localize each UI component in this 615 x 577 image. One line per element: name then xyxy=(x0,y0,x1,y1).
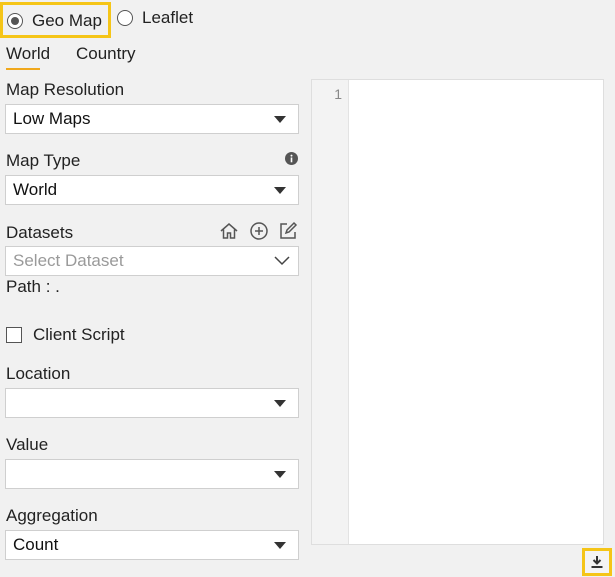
client-script-label: Client Script xyxy=(33,325,125,344)
script-editor[interactable]: 1 xyxy=(311,79,604,545)
aggregation-select[interactable]: Count xyxy=(5,530,299,560)
tab-world-label: World xyxy=(6,44,51,63)
location-label: Location xyxy=(6,364,71,383)
aggregation-label: Aggregation xyxy=(6,506,98,525)
geo-map-radio-highlight: Geo Map xyxy=(0,2,111,38)
download-icon xyxy=(591,556,603,568)
editor-gutter: 1 xyxy=(312,80,349,544)
caret-down-icon xyxy=(274,399,286,407)
value-select[interactable] xyxy=(5,459,299,489)
dataset-path: Path : . xyxy=(6,277,60,296)
aggregation-value: Count xyxy=(13,535,59,554)
line-number: 1 xyxy=(334,86,342,102)
leaflet-label: Leaflet xyxy=(142,8,194,27)
add-circle-icon[interactable] xyxy=(248,220,270,242)
tab-world[interactable]: World xyxy=(6,44,50,70)
value-label: Value xyxy=(6,435,49,454)
caret-down-icon xyxy=(274,186,286,194)
radio-unselected-icon xyxy=(117,10,133,26)
caret-down-icon xyxy=(274,115,286,123)
map-resolution-label: Map Resolution xyxy=(6,80,125,99)
dataset-select[interactable]: Select Dataset xyxy=(5,246,299,276)
map-type-value: World xyxy=(13,180,58,199)
checkbox-icon xyxy=(6,327,22,343)
edit-icon[interactable] xyxy=(277,220,299,242)
tab-active-indicator xyxy=(6,68,40,70)
map-type-label: Map Type xyxy=(6,151,81,170)
geo-map-label: Geo Map xyxy=(32,11,102,30)
geo-map-radio[interactable]: Geo Map xyxy=(7,5,108,37)
dataset-placeholder: Select Dataset xyxy=(13,251,124,270)
download-button[interactable] xyxy=(582,548,612,576)
client-script-checkbox[interactable]: Client Script xyxy=(6,325,125,345)
info-icon[interactable] xyxy=(285,150,298,170)
editor-content[interactable] xyxy=(349,80,603,544)
leaflet-radio[interactable]: Leaflet xyxy=(117,2,193,34)
datasets-label: Datasets xyxy=(6,223,74,242)
home-icon[interactable] xyxy=(218,220,240,242)
map-type-select[interactable]: World xyxy=(5,175,299,205)
chevron-down-icon xyxy=(274,256,290,266)
caret-down-icon xyxy=(274,541,286,549)
map-resolution-value: Low Maps xyxy=(13,109,91,128)
location-select[interactable] xyxy=(5,388,299,418)
map-resolution-select[interactable]: Low Maps xyxy=(5,104,299,134)
tab-country[interactable]: Country xyxy=(76,44,136,64)
radio-selected-icon xyxy=(7,13,23,29)
caret-down-icon xyxy=(274,470,286,478)
